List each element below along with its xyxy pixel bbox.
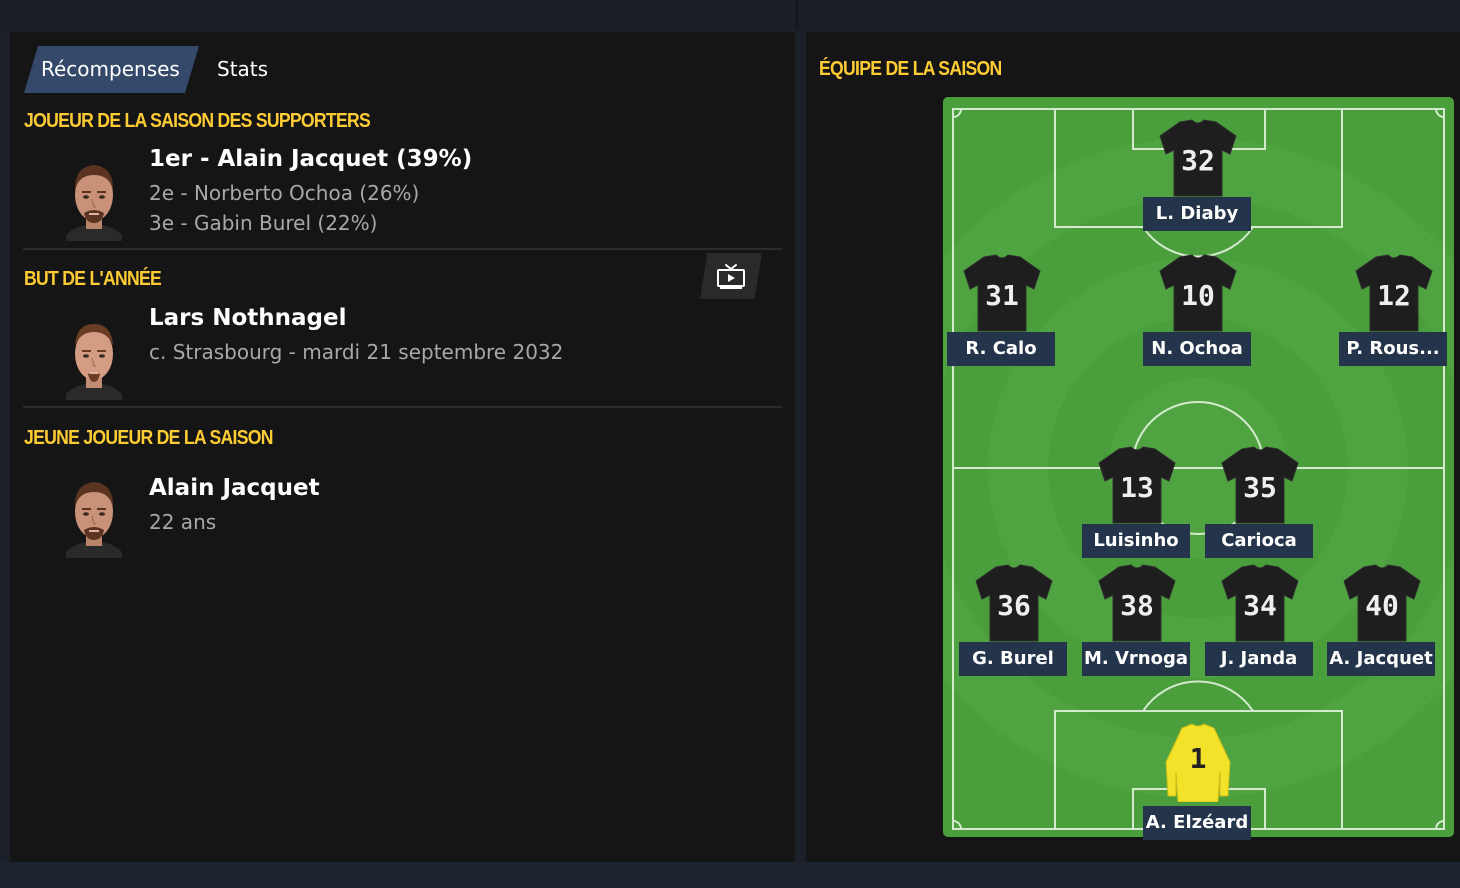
goalkeeper-jersey-icon: 1 [1165, 723, 1231, 802]
player-card[interactable]: 35 Carioca [1205, 445, 1315, 558]
jersey-icon: 36 [975, 564, 1053, 642]
svg-text:38: 38 [1120, 589, 1154, 622]
player-name: P. Rous... [1339, 332, 1447, 366]
svg-text:34: 34 [1243, 589, 1277, 622]
goal-of-year-title: BUT DE L'ANNÉE [24, 268, 162, 290]
svg-text:1: 1 [1190, 742, 1207, 775]
bottom-bar [0, 862, 1460, 888]
team-of-season-title: ÉQUIPE DE LA SAISON [819, 58, 1002, 80]
player-card[interactable]: 38 M. Vrnoga [1082, 563, 1192, 676]
divider [23, 248, 782, 250]
jersey-icon: 10 [1159, 254, 1237, 332]
player-name: Carioca [1205, 524, 1313, 558]
svg-text:32: 32 [1181, 144, 1215, 177]
player-card[interactable]: 12 P. Rous... [1339, 253, 1449, 366]
awards-panel: Récompenses Stats JOUEUR DE LA SAISON DE… [10, 32, 795, 862]
jersey-icon: 32 [1159, 119, 1237, 197]
watch-goal-button[interactable] [700, 253, 762, 299]
player-card-goalkeeper[interactable]: 1 A. Elzéard [1143, 722, 1253, 840]
goal-detail: c. Strasbourg - mardi 21 septembre 2032 [149, 340, 564, 364]
fan-player-title: JOUEUR DE LA SAISON DES SUPPORTERS [24, 110, 371, 132]
svg-text:40: 40 [1365, 589, 1399, 622]
svg-text:10: 10 [1181, 279, 1215, 312]
jersey-icon: 12 [1355, 254, 1433, 332]
jersey-icon: 35 [1221, 446, 1299, 524]
jersey-icon: 38 [1098, 564, 1176, 642]
fan-player-first: 1er - Alain Jacquet (39%) [149, 146, 473, 172]
young-player-name: Alain Jacquet [149, 475, 320, 501]
player-card[interactable]: 10 N. Ochoa [1143, 253, 1253, 366]
player-card[interactable]: 34 J. Janda [1205, 563, 1315, 676]
player-name: J. Janda [1205, 642, 1313, 676]
jersey-icon: 34 [1221, 564, 1299, 642]
fan-player-third: 3e - Gabin Burel (22%) [149, 211, 378, 235]
player-card[interactable]: 32 L. Diaby [1143, 118, 1253, 231]
player-name: A. Jacquet [1327, 642, 1435, 676]
svg-text:12: 12 [1377, 279, 1411, 312]
player-face-alain-jacquet[interactable] [66, 474, 122, 558]
jersey-icon: 31 [963, 254, 1041, 332]
tab-stats[interactable]: Stats [217, 46, 297, 93]
player-card[interactable]: 31 R. Calo [947, 253, 1057, 366]
divider [23, 406, 782, 408]
jersey-icon: 40 [1343, 564, 1421, 642]
player-card[interactable]: 13 Luisinho [1082, 445, 1192, 558]
player-name: G. Burel [959, 642, 1067, 676]
player-face-alain-jacquet[interactable] [66, 157, 122, 241]
player-name: L. Diaby [1143, 197, 1251, 231]
player-name: A. Elzéard [1143, 806, 1251, 840]
jersey-icon: 13 [1098, 446, 1176, 524]
goal-scorer-name: Lars Nothnagel [149, 305, 347, 331]
young-player-age: 22 ans [149, 510, 217, 534]
player-name: N. Ochoa [1143, 332, 1251, 366]
svg-text:36: 36 [997, 589, 1031, 622]
player-face-lars-nothnagel[interactable] [66, 316, 122, 400]
svg-text:35: 35 [1243, 471, 1277, 504]
tv-play-icon [717, 264, 745, 289]
fan-player-second: 2e - Norberto Ochoa (26%) [149, 181, 420, 205]
tab-recompenses[interactable]: Récompenses [24, 46, 199, 93]
player-name: Luisinho [1082, 524, 1190, 558]
young-player-title: JEUNE JOUEUR DE LA SAISON [24, 427, 273, 449]
player-name: R. Calo [947, 332, 1055, 366]
svg-text:31: 31 [985, 279, 1019, 312]
svg-text:13: 13 [1120, 471, 1154, 504]
top-bar [0, 0, 1460, 30]
player-card[interactable]: 36 G. Burel [959, 563, 1069, 676]
player-name: M. Vrnoga [1082, 642, 1190, 676]
player-card[interactable]: 40 A. Jacquet [1327, 563, 1437, 676]
